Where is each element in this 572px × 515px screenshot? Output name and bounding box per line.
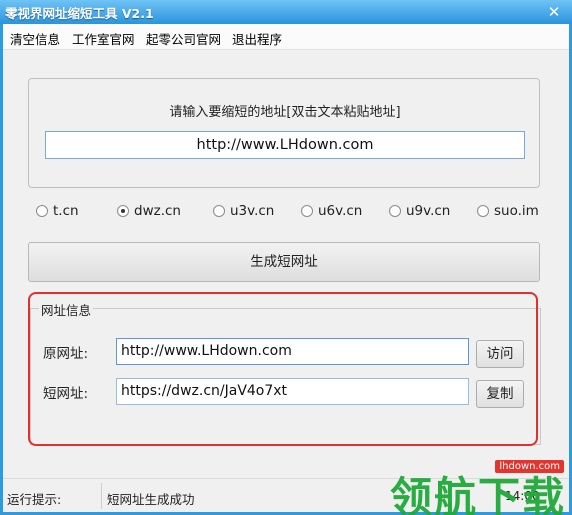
radio-circle-checked [117,205,129,217]
radio-circle [389,205,401,217]
generate-short-url-button[interactable]: 生成短网址 [28,242,540,282]
status-message: 短网址生成成功 [107,492,195,507]
short-url-label: 短网址: [43,386,89,402]
radio-u3vcn[interactable]: u3v.cn [213,202,274,220]
window-title: 零视界网址缩短工具 V2.1 [5,6,154,21]
short-url-field[interactable]: https://dwz.cn/JaV4o7xt [116,378,469,405]
status-divider [101,483,102,509]
radio-label: t.cn [53,203,79,219]
app-window: 零视界网址缩短工具 V2.1 ✕ 清空信息 工作室官网 起零公司官网 退出程序 … [0,0,572,515]
watermark-site: lhdown.com [495,460,564,473]
radio-dwzcn[interactable]: dwz.cn [117,202,181,220]
radio-circle [301,205,313,217]
close-icon: ✕ [547,3,561,21]
radio-u6vcn[interactable]: u6v.cn [301,202,362,220]
radio-tcn[interactable]: t.cn [36,202,79,220]
radio-label: dwz.cn [134,203,181,219]
radio-u9vcn[interactable]: u9v.cn [389,202,450,220]
close-button[interactable]: ✕ [542,2,566,22]
original-url-field[interactable]: http://www.LHdown.com [116,338,469,365]
radio-suoim[interactable]: suo.im [477,202,539,220]
menu-studio-site[interactable]: 工作室官网 [72,29,135,48]
url-prompt: 请输入要缩短的地址[双击文本粘贴地址] [169,105,401,120]
radio-circle [477,205,489,217]
menu-exit[interactable]: 退出程序 [232,29,282,48]
long-url-input[interactable]: http://www.LHdown.com [45,131,525,159]
radio-circle [36,205,48,217]
client-area: 清空信息 工作室官网 起零公司官网 退出程序 请输入要缩短的地址[双击文本粘贴地… [3,24,569,512]
radio-label: u3v.cn [230,203,275,219]
radio-label: u6v.cn [318,203,363,219]
menu-clear[interactable]: 清空信息 [10,29,60,48]
url-input-group: 请输入要缩短的地址[双击文本粘贴地址] http://www.LHdown.co… [28,78,540,188]
visit-button[interactable]: 访问 [476,340,524,368]
menu-bar: 清空信息 工作室官网 起零公司官网 退出程序 [3,24,569,50]
copy-button[interactable]: 复制 [476,380,524,408]
menu-company-site[interactable]: 起零公司官网 [146,29,221,48]
radio-label: u9v.cn [406,203,451,219]
title-bar[interactable]: 零视界网址缩短工具 V2.1 ✕ [0,0,572,24]
status-label: 运行提示: [7,492,62,507]
original-url-label: 原网址: [43,346,89,362]
highlight-frame [28,292,538,446]
radio-circle [213,205,225,217]
radio-label: suo.im [494,203,539,219]
watermark-logo: 领航下载 lhdown.com [390,444,570,515]
